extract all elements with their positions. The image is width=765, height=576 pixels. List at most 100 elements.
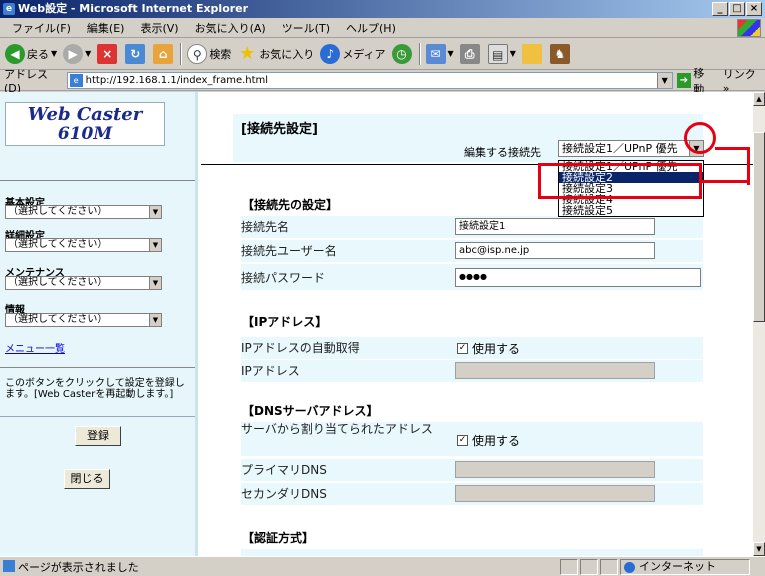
favorites-label: お気に入り [259,47,315,61]
refresh-button[interactable]: ↻ [122,41,150,67]
window-title: Web設定 - Microsoft Internet Explorer [18,2,249,15]
info-select[interactable]: （選択してください） ▼ [5,313,162,327]
annotation-circle [684,122,716,154]
menu-tools[interactable]: ツール(T) [274,20,338,36]
edit-connection-panel: [接続先設定] 編集する接続先 接続設定1／UPnP 優先 ▼ [233,114,704,162]
ip-address-label: IPアドレス [241,364,300,378]
connection-password-input[interactable]: ●●●● [455,268,701,287]
ip-address-input [455,362,655,379]
mail-button[interactable]: ✉ ▼ [423,41,457,67]
status-message: ページが表示されました [18,560,139,574]
home-button[interactable]: ⌂ [150,41,178,67]
back-button[interactable]: ◀ 戻る ▼ [2,41,60,67]
dns-primary-label: プライマリDNS [241,463,327,477]
forward-arrow-icon: ▶ [63,43,84,64]
status-cell [560,558,578,575]
toolbar: ◀ 戻る ▼ ▶ ▼ × ↻ ⌂ ⚲ 検索 ★ お気に入り ♪ メディア ◷ ✉… [0,38,765,70]
dns-assigned-label: サーバから割り当てられたアドレス [241,422,433,436]
connection-name-input[interactable]: 接続設定1 [455,218,655,235]
home-icon: ⌂ [153,43,174,64]
window-title-bar: e Web設定 - Microsoft Internet Explorer _ … [0,0,765,18]
connection-password-label: 接続パスワード [241,271,326,285]
auth-method-heading: 【認証方式】 [242,531,315,545]
zone-label: インターネット [639,559,716,573]
security-zone: インターネット [620,558,750,575]
history-button[interactable]: ◷ [389,41,417,67]
connection-user-label: 接続先ユーザー名 [241,244,337,258]
status-cell [580,558,598,575]
maintenance-value: （選択してください） [8,277,108,288]
windows-flag-icon [737,19,761,37]
back-arrow-icon: ◀ [5,43,25,64]
connection-user-input[interactable]: abc@isp.ne.jp [455,242,655,259]
folder-icon [521,43,542,64]
menu-list-link[interactable]: メニュー一覧 [5,340,65,355]
menu-edit[interactable]: 編集(E) [79,20,133,36]
dropdown-option[interactable]: 接続設定5 [559,205,703,216]
logo-line2: 610M [57,124,113,144]
scroll-up-icon[interactable]: ▲ [753,92,765,106]
status-bar: ページが表示されました インターネット [0,556,765,576]
dns-secondary-input [455,485,655,502]
connection-user-row: 接続先ユーザー名 abc@isp.ne.jp [241,240,703,262]
scroll-down-icon[interactable]: ▼ [753,542,765,556]
globe-icon [624,561,635,573]
search-label: 検索 [209,47,232,61]
menu-file[interactable]: ファイル(F) [4,20,79,36]
annotation-connector [715,147,750,150]
edit-page-icon: ▤ [487,43,508,64]
menu-bar: ファイル(F) 編集(E) 表示(V) お気に入り(A) ツール(T) ヘルプ(… [0,18,765,38]
register-button[interactable]: 登録 [75,426,121,446]
dns-assigned-checkbox[interactable]: ✓ 使用する [457,432,520,449]
address-url: http://192.168.1.1/index_frame.html [85,75,269,86]
address-label: アドレス(D) [4,68,48,95]
forward-button[interactable]: ▶ ▼ [60,41,94,67]
ip-address-heading: 【IPアドレス】 [242,315,328,329]
edit-connection-select[interactable]: 接続設定1／UPnP 優先 ▼ [558,140,704,157]
ip-auto-checkbox[interactable]: ✓ 使用する [457,340,520,357]
folder-button[interactable] [519,41,547,67]
maintenance-select[interactable]: （選択してください） ▼ [5,276,162,290]
minimize-button[interactable]: _ [712,2,728,16]
media-button[interactable]: ♪ メディア [317,41,388,67]
dns-primary-input [455,461,655,478]
close-button[interactable]: 閉じる [64,469,110,489]
messenger-button[interactable]: ♞ [547,41,575,67]
left-nav-frame: Web Caster 610M 基本設定 （選択してください） ▼ 詳細設定 （… [0,92,198,556]
edit-button[interactable]: ▤ ▼ [485,41,519,67]
scroll-thumb[interactable] [753,132,765,322]
dns-server-heading: 【DNSサーバアドレス】 [242,404,379,418]
register-help-text: このボタンをクリックして設定を登録します。[Web Casterを再起動します。… [5,378,185,400]
vertical-scrollbar[interactable]: ▲ ▼ [753,92,765,556]
dns-assigned-row: サーバから割り当てられたアドレス ✓ 使用する [241,422,703,456]
menu-favorites[interactable]: お気に入り(A) [187,20,274,36]
address-input[interactable]: e http://192.168.1.1/index_frame.html ▼ [66,72,673,89]
search-button[interactable]: ⚲ 検索 [184,41,234,67]
ie-logo-icon: e [3,3,15,15]
refresh-icon: ↻ [125,43,146,64]
ip-address-row: IPアドレス [241,360,703,382]
dns-secondary-row: セカンダリDNS [241,483,703,505]
menu-help[interactable]: ヘルプ(H) [338,20,404,36]
connection-password-row: 接続パスワード ●●●● [241,264,703,290]
advanced-settings-select[interactable]: （選択してください） ▼ [5,238,162,252]
favorites-button[interactable]: ★ お気に入り [234,41,317,67]
stop-button[interactable]: × [94,41,122,67]
connection-name-row: 接続先名 接続設定1 [241,216,703,238]
messenger-icon: ♞ [549,43,570,64]
address-dropdown-icon[interactable]: ▼ [656,73,672,88]
maximize-button[interactable]: □ [729,2,745,16]
divider [0,416,195,417]
print-button[interactable]: ⎙ [457,41,485,67]
basic-settings-value: （選択してください） [8,206,108,217]
edit-connection-label: 編集する接続先 [464,146,541,159]
connection-name-label: 接続先名 [241,220,290,234]
annotation-connector [702,180,750,183]
print-icon: ⎙ [459,43,480,64]
status-cell [600,558,618,575]
links-button[interactable]: リンク » [723,66,765,95]
address-bar: アドレス(D) e http://192.168.1.1/index_frame… [0,67,765,96]
basic-settings-select[interactable]: （選択してください） ▼ [5,205,162,219]
menu-view[interactable]: 表示(V) [132,20,186,36]
close-window-button[interactable]: × [746,2,762,16]
